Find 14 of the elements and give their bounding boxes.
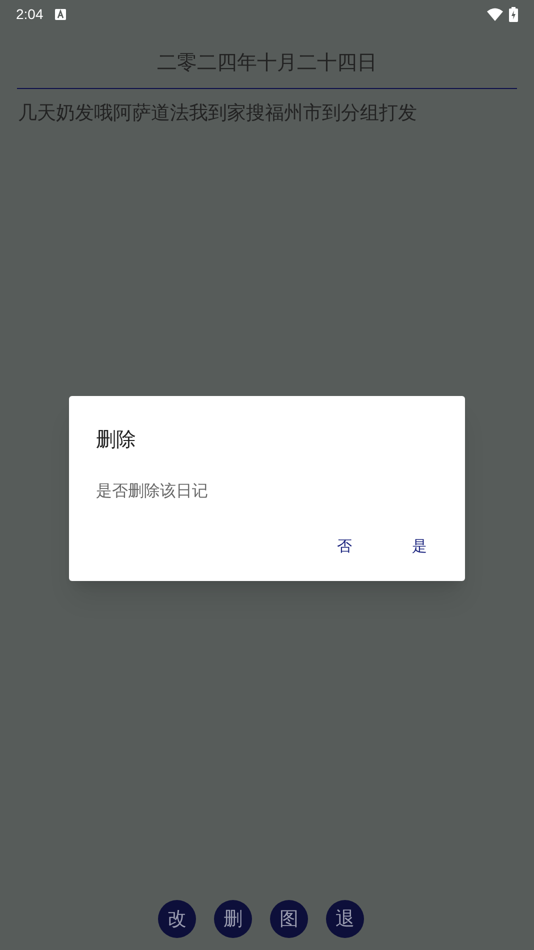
dialog-title: 删除 xyxy=(96,427,136,451)
action-button[interactable]: 改 xyxy=(158,900,196,938)
diary-date: 二零二四年十月二十四日 xyxy=(157,49,377,76)
status-time: 2:04 xyxy=(16,4,44,24)
action-button[interactable]: 退 xyxy=(326,900,364,938)
dialog-button[interactable]: 否 xyxy=(329,531,360,562)
dialog-button[interactable]: 是 xyxy=(404,531,435,562)
diary-content: 几天奶发哦阿萨道法我到家搜福州市到分组打发 xyxy=(18,101,418,126)
battery-icon xyxy=(509,6,518,22)
wifi-icon xyxy=(487,8,503,20)
action-button[interactable]: 删 xyxy=(214,900,252,938)
action-button[interactable]: 图 xyxy=(270,900,308,938)
keyboard-icon xyxy=(55,8,66,20)
dialog-message: 是否删除该日记 xyxy=(96,481,208,500)
